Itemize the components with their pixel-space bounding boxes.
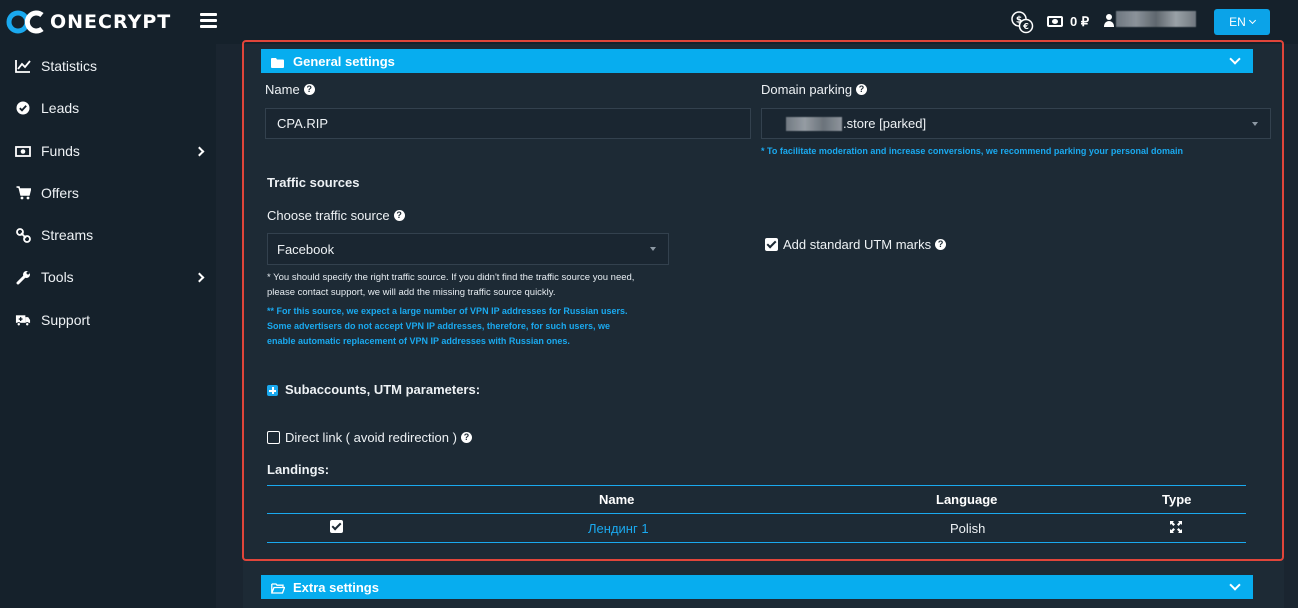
language-dropdown[interactable]: EN <box>1214 9 1270 35</box>
sidebar-item-label: Statistics <box>41 58 98 74</box>
section-title: General settings <box>293 53 395 69</box>
help-icon[interactable]: ? <box>460 432 472 443</box>
domain-name-redacted <box>786 116 842 131</box>
landing-language: Polish <box>950 521 986 536</box>
sidebar-item-support[interactable]: Support <box>0 300 216 340</box>
sidebar-item-streams[interactable]: Streams <box>0 215 216 255</box>
sidebar-item-label: Funds <box>41 143 80 159</box>
plus-square-icon[interactable] <box>267 385 278 396</box>
column-header-name: Name <box>599 492 635 507</box>
vpn-note-line1: ** For this source, we expect a large nu… <box>267 306 628 316</box>
name-input[interactable]: CPA.RIP <box>265 108 751 139</box>
landing-row-checkbox[interactable] <box>330 520 343 533</box>
direct-link-label: Direct link ( avoid redirection ) ? <box>285 430 472 445</box>
money-icon <box>15 143 31 159</box>
choose-source-label: Choose traffic source ? <box>267 208 405 223</box>
username-redacted[interactable] <box>1116 11 1196 27</box>
sidebar-item-label: Support <box>41 312 91 328</box>
balance-value: 0 ₽ <box>1070 14 1090 29</box>
direct-link-checkbox[interactable] <box>267 431 280 444</box>
logo-text: ONECRYPT <box>50 11 172 33</box>
section-title: Extra settings <box>293 579 379 595</box>
help-icon[interactable]: ? <box>303 84 315 95</box>
cart-icon <box>15 185 31 201</box>
landings-heading: Landings: <box>267 462 330 477</box>
check-circle-icon <box>15 100 31 116</box>
link-icon <box>15 227 31 243</box>
sidebar-item-tools[interactable]: Tools <box>0 257 216 297</box>
folder-open-icon <box>271 582 286 594</box>
utm-marks-label: Add standard UTM marks ? <box>783 237 947 252</box>
help-icon[interactable]: ? <box>393 210 405 221</box>
domain-parking-select[interactable]: .store [parked] <box>761 108 1271 139</box>
name-label-text: Name <box>265 82 300 97</box>
table-top-divider <box>267 485 1246 486</box>
caret-down-icon <box>1252 122 1258 126</box>
sidebar: Statistics Leads Funds Offers Streams To… <box>0 44 216 608</box>
name-input-value: CPA.RIP <box>277 116 329 131</box>
sidebar-item-offers[interactable]: Offers <box>0 173 216 213</box>
choose-source-label-text: Choose traffic source <box>267 208 390 223</box>
direct-link-label-text: Direct link ( avoid redirection ) <box>285 430 457 445</box>
logo-mark-icon <box>6 10 48 34</box>
source-note-line2: please contact support, we will add the … <box>267 287 556 298</box>
logo[interactable]: ONECRYPT <box>6 10 171 34</box>
language-label: EN <box>1229 15 1246 29</box>
table-bottom-divider <box>267 542 1246 543</box>
utm-marks-checkbox[interactable] <box>765 238 778 251</box>
sidebar-item-funds[interactable]: Funds <box>0 131 216 171</box>
sidebar-item-label: Leads <box>41 100 80 116</box>
table-header-divider <box>267 513 1246 514</box>
chevron-down-icon <box>1229 53 1241 65</box>
chevron-down-icon <box>1229 579 1241 591</box>
help-icon[interactable]: ? <box>935 239 947 250</box>
column-header-language: Language <box>936 492 998 507</box>
landing-name-link[interactable]: Лендинг 1 <box>588 521 649 536</box>
sidebar-item-statistics[interactable]: Statistics <box>0 46 216 86</box>
column-header-type: Type <box>1162 492 1192 507</box>
user-icon[interactable] <box>1104 14 1114 27</box>
domain-select-value: .store [parked] <box>843 116 927 131</box>
extra-settings-header[interactable]: Extra settings <box>261 575 1253 599</box>
traffic-source-value: Facebook <box>277 241 335 257</box>
utm-marks-label-text: Add standard UTM marks <box>783 237 932 252</box>
name-label: Name ? <box>265 82 315 97</box>
domain-parking-label: Domain parking ? <box>761 82 868 97</box>
caret-down-icon <box>650 247 656 251</box>
subaccounts-toggle[interactable]: Subaccounts, UTM parameters: <box>285 382 480 397</box>
traffic-sources-heading: Traffic sources <box>267 175 360 190</box>
sidebar-item-label: Offers <box>41 185 79 201</box>
chevron-right-icon <box>194 146 205 156</box>
traffic-source-select[interactable]: Facebook <box>267 233 669 265</box>
help-icon[interactable]: ? <box>856 84 868 95</box>
top-bar: ONECRYPT $ € 0 ₽ EN <box>0 0 1298 44</box>
vpn-note-line3: enable automatic replacement of VPN IP a… <box>267 336 570 346</box>
currency-exchange-icon[interactable]: $ € <box>1010 10 1034 34</box>
sidebar-item-label: Streams <box>41 227 94 243</box>
chart-line-icon <box>15 58 31 74</box>
chevron-down-icon <box>1248 16 1256 25</box>
money-icon <box>1047 16 1063 27</box>
svg-text:€: € <box>1022 22 1029 31</box>
source-note-line1: * You should specify the right traffic s… <box>267 272 635 283</box>
vpn-note-line2: Some advertisers do not accept VPN IP ad… <box>267 321 610 331</box>
sidebar-item-leads[interactable]: Leads <box>0 88 216 128</box>
sidebar-item-label: Tools <box>41 269 74 285</box>
folder-icon <box>271 56 284 68</box>
domain-note: * To facilitate moderation and increase … <box>761 146 1183 156</box>
menu-icon[interactable] <box>200 13 217 28</box>
expand-icon[interactable] <box>1170 521 1182 533</box>
ambulance-icon <box>15 312 31 328</box>
wrench-icon <box>15 269 31 285</box>
general-settings-header[interactable]: General settings <box>261 49 1253 73</box>
domain-parking-label-text: Domain parking <box>761 82 853 97</box>
chevron-right-icon <box>194 272 205 282</box>
